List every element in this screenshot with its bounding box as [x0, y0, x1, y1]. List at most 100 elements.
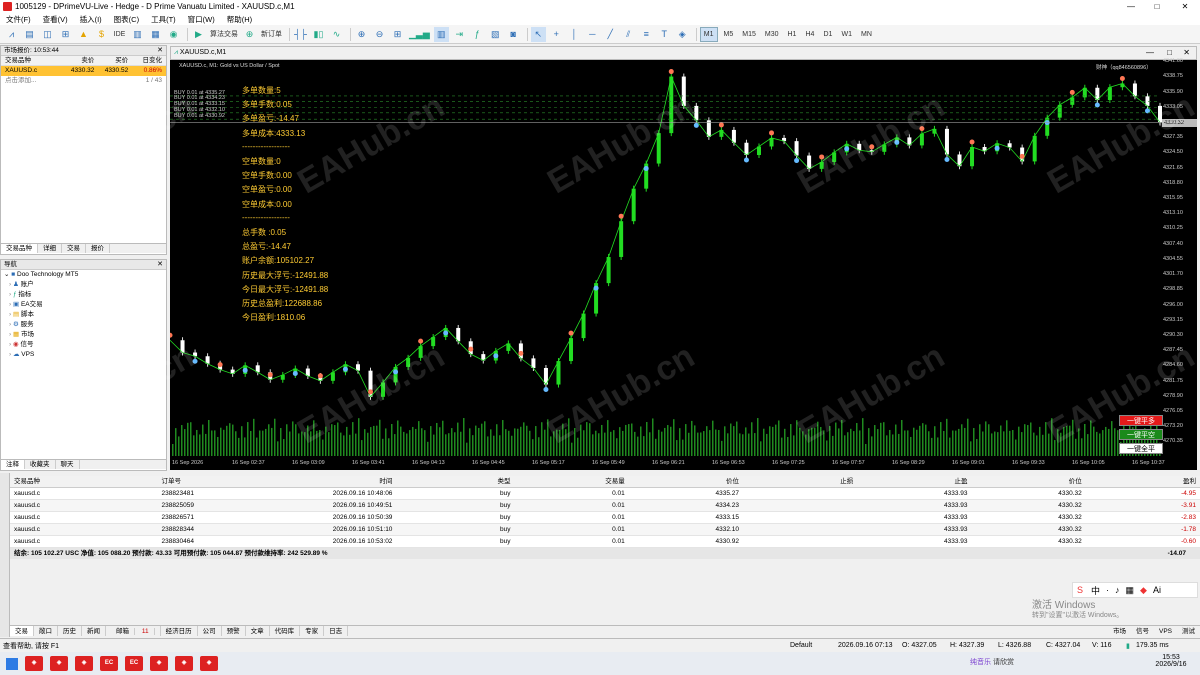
navigator-icon[interactable]: ⊞	[58, 27, 73, 42]
tab-comments[interactable]: 注释	[1, 460, 25, 469]
col-volume[interactable]: 交易量	[514, 476, 628, 487]
mt5-app-icon[interactable]: ◈	[75, 656, 93, 671]
order-row[interactable]: xauusd.c 238823481 2026.09.16 10:48:06 buy 0…	[10, 488, 1200, 500]
profiles-icon[interactable]: ▤	[22, 27, 37, 42]
tf-d1[interactable]: D1	[820, 27, 835, 42]
close-all-button[interactable]: 一键全平	[1119, 443, 1163, 454]
col-take-profit[interactable]: 止盈	[857, 476, 971, 487]
keyboard-icon[interactable]: ▦	[1126, 585, 1135, 596]
chevron-down-icon[interactable]: ⌄	[4, 270, 11, 280]
tab-tester-right[interactable]: 测试	[1177, 626, 1200, 636]
zoom-out-icon[interactable]: ⊖	[372, 27, 387, 42]
minimize-button[interactable]: —	[1146, 48, 1154, 57]
tile-windows-icon[interactable]: ⊞	[390, 27, 405, 42]
mt5-app-icon[interactable]: ◈	[150, 656, 168, 671]
col-time[interactable]: 时间	[267, 476, 396, 487]
tf-h4[interactable]: H4	[802, 27, 817, 42]
tab-history[interactable]: 历史	[58, 626, 82, 636]
vertical-line-icon[interactable]: │	[567, 27, 582, 42]
tab-chat[interactable]: 聊天	[56, 460, 80, 469]
tab-articles[interactable]: 文章	[246, 626, 270, 636]
close-all-short-button[interactable]: 一键平空	[1119, 429, 1163, 440]
tf-m15[interactable]: M15	[739, 27, 759, 42]
menu-tools[interactable]: 工具(T)	[151, 14, 176, 25]
tab-trade[interactable]: 交易	[10, 626, 34, 636]
tab-alerts[interactable]: 预警	[222, 626, 246, 636]
volumes-icon[interactable]: ▁▃▅	[408, 27, 431, 42]
crosshair-icon[interactable]: +	[549, 27, 564, 42]
tf-h1[interactable]: H1	[784, 27, 799, 42]
col-type[interactable]: 类型	[396, 476, 514, 487]
navigator-root[interactable]: ⌄ ■ Doo Technology MT5	[1, 270, 166, 280]
tab-experts[interactable]: 专家	[300, 626, 325, 636]
menu-window[interactable]: 窗口(W)	[188, 14, 215, 25]
close-icon[interactable]: ✕	[157, 46, 163, 56]
nav-item-vps[interactable]: › ☁ VPS	[1, 350, 166, 360]
ime-mode[interactable]: 中	[1091, 584, 1100, 597]
shapes-icon[interactable]: ◈	[675, 27, 690, 42]
mt5-app-icon[interactable]: ◈	[175, 656, 193, 671]
ec-app-icon[interactable]: EC	[125, 656, 143, 671]
tab-calendar[interactable]: 经济日历	[161, 626, 198, 636]
taskbar-news[interactable]: 纯音乐 请欣赏	[970, 657, 1014, 667]
col-current-price[interactable]: 价位	[971, 476, 1085, 487]
tf-mn[interactable]: MN	[858, 27, 875, 42]
nav-item-accounts[interactable]: › ♟ 账户	[1, 280, 166, 290]
col-change[interactable]: 日变化	[132, 56, 166, 65]
ime-ai[interactable]: Ai	[1153, 585, 1161, 595]
ec-app-icon[interactable]: EC	[100, 656, 118, 671]
market-watch-row-xauusd[interactable]: XAUUSD.c 4330.32 4330.52 0.86%	[1, 66, 166, 76]
ime-punct[interactable]: ·	[1106, 585, 1109, 595]
close-button[interactable]: ✕	[1172, 0, 1198, 13]
nav-item-experts[interactable]: › ▣ EA交易	[1, 300, 166, 310]
zoom-in-icon[interactable]: ⊕	[354, 27, 369, 42]
dollar-icon[interactable]: $	[94, 27, 109, 42]
tab-mailbox[interactable]: 邮箱 11	[106, 626, 161, 636]
add-symbol-row[interactable]: 点击添加... 1 / 43	[1, 76, 166, 86]
new-chart-icon[interactable]: ⩘	[4, 27, 19, 42]
minimize-button[interactable]: —	[1118, 0, 1144, 13]
maximize-button[interactable]: □	[1167, 48, 1172, 57]
tf-m1[interactable]: M1	[699, 26, 718, 42]
tab-exposure[interactable]: 敞口	[34, 626, 58, 636]
price-chart[interactable]	[170, 60, 1197, 470]
close-button[interactable]: ✕	[1183, 48, 1190, 57]
new-order-button[interactable]: 新订单	[260, 27, 283, 42]
col-bid[interactable]: 卖价	[63, 56, 99, 65]
nav-item-market[interactable]: › ▦ 市场	[1, 330, 166, 340]
ime-toolbar[interactable]: S 中 · ♪ ▦ ◆ Ai	[1072, 582, 1198, 598]
col-profit[interactable]: 盈利	[1086, 476, 1200, 487]
screenshot-icon[interactable]: ◙	[506, 27, 521, 42]
cursor-icon[interactable]: ↖	[530, 26, 546, 42]
col-symbol[interactable]: 交易品种	[10, 476, 157, 487]
calendar-icon[interactable]: ▦	[148, 27, 163, 42]
add-symbol-text[interactable]: 点击添加...	[1, 76, 131, 86]
col-stop-loss[interactable]: 止损	[743, 476, 857, 487]
tab-trading[interactable]: 交易	[62, 244, 86, 253]
nav-item-signals[interactable]: › ◉ 信号	[1, 340, 166, 350]
tab-symbols[interactable]: 交易品种	[1, 244, 38, 253]
close-all-long-button[interactable]: 一键平多	[1119, 415, 1163, 426]
tab-journal[interactable]: 日志	[324, 626, 349, 636]
skin-icon[interactable]: ◆	[1140, 585, 1147, 596]
windows-start-icon[interactable]	[6, 657, 18, 670]
chart-tab[interactable]: ⩘ XAUUSD.c,M1	[174, 49, 226, 57]
nav-item-indicators[interactable]: › ƒ 指标	[1, 290, 166, 300]
tab-favorites[interactable]: 收藏夹	[25, 460, 56, 469]
bar-chart-icon[interactable]: ┤├	[293, 27, 308, 42]
mt5-app-icon[interactable]: ◈	[200, 656, 218, 671]
ide-button[interactable]: IDE	[112, 27, 127, 42]
play-icon[interactable]: ▶	[191, 27, 206, 42]
col-open-price[interactable]: 价位	[629, 476, 743, 487]
algo-trading-button[interactable]: 算法交易	[209, 27, 239, 42]
tf-w1[interactable]: W1	[838, 27, 855, 42]
order-row[interactable]: xauusd.c 238825059 2026.09.16 10:49:51 buy 0…	[10, 500, 1200, 512]
tab-news[interactable]: 新闻	[82, 626, 106, 636]
shift-chart-icon[interactable]: ▥	[433, 26, 449, 42]
order-row[interactable]: xauusd.c 238828344 2026.09.16 10:51:10 buy 0…	[10, 524, 1200, 536]
taskbar-clock[interactable]: 15:53 2026/9/16	[1148, 654, 1194, 668]
fibonacci-icon[interactable]: ≡	[639, 27, 654, 42]
line-chart-icon[interactable]: ∿	[329, 27, 344, 42]
maximize-button[interactable]: □	[1144, 0, 1170, 13]
mt5-app-icon[interactable]: ◈	[25, 656, 43, 671]
